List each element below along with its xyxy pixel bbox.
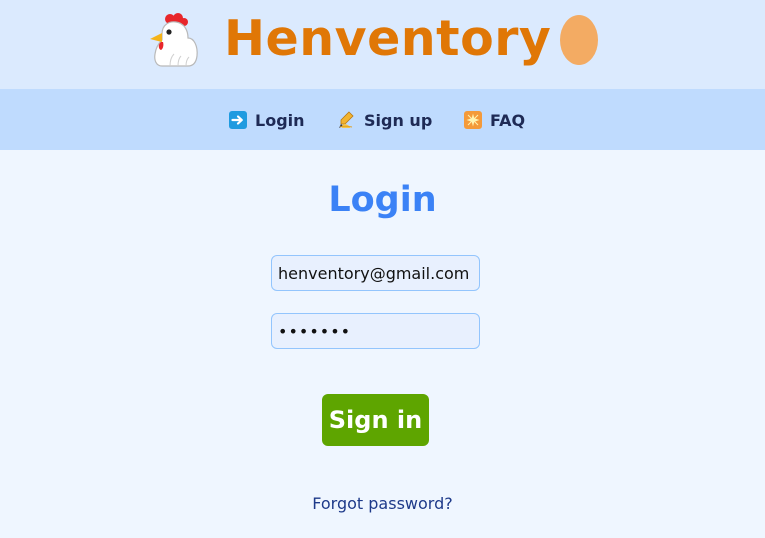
- email-field[interactable]: [271, 255, 480, 291]
- nav-faq-label: FAQ: [490, 110, 526, 130]
- sparkle-icon: [464, 111, 482, 129]
- password-field[interactable]: [271, 313, 480, 349]
- nav-item-login[interactable]: Login: [229, 109, 305, 131]
- nav-item-faq[interactable]: FAQ: [464, 109, 525, 131]
- right-arrow-icon: [229, 111, 247, 129]
- nav-signup-label: Sign up: [364, 110, 433, 130]
- nav-login-label: Login: [255, 110, 305, 130]
- sign-in-button[interactable]: Sign in: [322, 394, 429, 446]
- page-title: Login: [328, 180, 437, 220]
- egg-icon: [560, 15, 598, 65]
- forgot-password-link[interactable]: Forgot password?: [0, 493, 765, 515]
- site-header: Henventory: [0, 0, 765, 89]
- chicken-icon: [150, 13, 198, 67]
- brand-title: Henventory: [224, 10, 552, 67]
- nav-item-signup[interactable]: Sign up: [338, 109, 432, 131]
- main-nav: Login Sign up FAQ: [0, 89, 765, 150]
- writing-hand-icon: [339, 111, 354, 128]
- login-page: Henventory Login Sign up FAQ Login henve…: [0, 0, 765, 538]
